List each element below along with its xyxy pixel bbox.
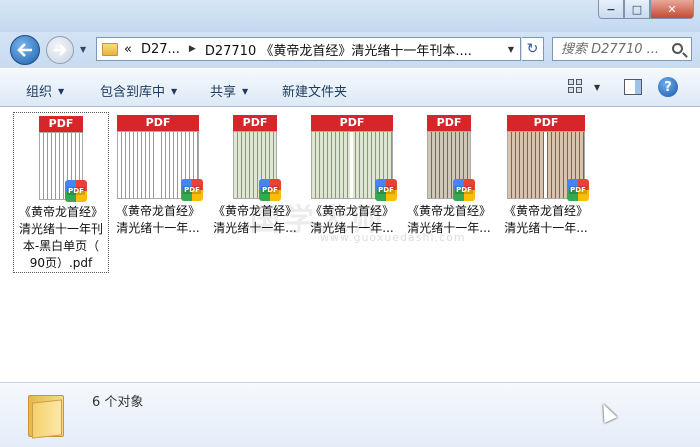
pdf-icon: PDF [375, 179, 397, 201]
refresh-icon: ↻ [526, 41, 539, 57]
maximize-button[interactable]: □ [624, 0, 650, 19]
file-name: 《黄帝龙首经》 清光绪十一年... [207, 203, 303, 237]
preview-pane-icon[interactable] [624, 79, 642, 95]
pdf-label: PDF [39, 116, 83, 132]
close-button[interactable]: ✕ [650, 0, 694, 19]
window-controls: − □ ✕ [598, 0, 694, 19]
forward-arrow-icon [54, 44, 67, 56]
file-name-line: 《黄帝龙首经》 [503, 204, 588, 218]
view-icon[interactable] [568, 79, 584, 95]
file-name: 《黄帝龙首经》 清光绪十一年... [110, 203, 206, 237]
pdf-thumbnail: PDF PDF [311, 115, 397, 201]
details-pane: 6 个对象 [0, 382, 700, 447]
pdf-badge-text: PDF [377, 186, 395, 194]
pdf-thumbnail: PDF PDF [427, 115, 475, 201]
back-button[interactable] [10, 35, 40, 65]
chevron-down-icon: ▼ [171, 87, 178, 96]
mouse-cursor-icon [596, 400, 618, 424]
help-icon[interactable]: ? [658, 77, 678, 97]
pdf-label: PDF [507, 115, 585, 131]
file-item[interactable]: PDF PDF 《黄帝龙首经》 清光绪十一年... [110, 112, 206, 237]
organize-menu[interactable]: 组织 ▼ [26, 81, 64, 100]
pdf-icon: PDF [65, 180, 87, 202]
file-item[interactable]: PDF PDF 《黄帝龙首经》 清光绪十一年... [207, 112, 303, 237]
file-name: 《黄帝龙首经》 清光绪十一年... [304, 203, 400, 237]
close-icon: ✕ [667, 2, 677, 16]
search-box[interactable] [552, 37, 692, 61]
file-item[interactable]: PDF PDF 《黄帝龙首经》 清光绪十一年刊 本-黑白单页（ 90页）.pdf [13, 112, 109, 273]
file-name-line: 清光绪十一年刊 [18, 222, 103, 236]
forward-button[interactable] [46, 36, 74, 64]
pdf-icon: PDF [453, 179, 475, 201]
pdf-badge-text: PDF [569, 186, 587, 194]
file-name-line: 本-黑白单页（ [22, 239, 100, 253]
file-name-line: 《黄帝龙首经》 [212, 204, 297, 218]
pdf-badge-text: PDF [67, 187, 85, 195]
pdf-thumbnail: PDF PDF [39, 116, 87, 202]
file-item[interactable]: PDF PDF 《黄帝龙首经》 清光绪十一年... [401, 112, 497, 237]
file-name-line: 清光绪十一年... [213, 221, 297, 235]
maximize-icon: □ [631, 2, 643, 16]
new-folder-label: 新建文件夹 [282, 85, 348, 100]
help-label: ? [664, 79, 672, 95]
pdf-badge-text: PDF [455, 186, 473, 194]
share-label: 共享 [210, 85, 237, 100]
address-bar[interactable]: « D27... ▶ D27710 《黄帝龙首经》清光绪十一年刊本.... ▼ [96, 37, 521, 61]
pdf-badge-text: PDF [183, 186, 201, 194]
title-bar: − □ ✕ [0, 0, 700, 32]
file-name-line: 清光绪十一年... [407, 221, 491, 235]
minimize-button[interactable]: − [598, 0, 624, 19]
pdf-icon: PDF [259, 179, 281, 201]
item-count: 6 个对象 [92, 395, 144, 410]
view-dropdown-icon[interactable]: ▼ [594, 83, 600, 92]
new-folder-button[interactable]: 新建文件夹 [282, 81, 347, 100]
file-name-line: 《黄帝龙首经》 [115, 204, 200, 218]
file-name-line: 90页）.pdf [29, 256, 93, 270]
pdf-icon: PDF [181, 179, 203, 201]
file-name: 《黄帝龙首经》 清光绪十一年... [401, 203, 497, 237]
folder-icon [102, 42, 118, 56]
search-icon[interactable] [672, 43, 683, 54]
pdf-label: PDF [427, 115, 471, 131]
pdf-thumbnail: PDF PDF [233, 115, 281, 201]
pdf-badge-text: PDF [261, 186, 279, 194]
pdf-icon: PDF [567, 179, 589, 201]
folder-icon [28, 391, 64, 439]
pdf-thumbnail: PDF PDF [117, 115, 203, 201]
file-name-line: 《黄帝龙首经》 [18, 205, 103, 219]
pdf-label: PDF [233, 115, 277, 131]
breadcrumb-separator-icon[interactable]: ▶ [189, 44, 196, 54]
include-in-library-menu[interactable]: 包含到库中 ▼ [100, 81, 177, 100]
share-menu[interactable]: 共享 ▼ [210, 81, 248, 100]
search-input[interactable] [561, 41, 673, 57]
file-name-line: 清光绪十一年... [504, 221, 588, 235]
back-arrow-icon [17, 43, 32, 57]
navigation-bar: ▼ « D27... ▶ D27710 《黄帝龙首经》清光绪十一年刊本.... … [0, 32, 700, 68]
include-in-library-label: 包含到库中 [100, 85, 166, 100]
file-item[interactable]: PDF PDF 《黄帝龙首经》 清光绪十一年... [304, 112, 400, 237]
file-name-line: 《黄帝龙首经》 [406, 204, 491, 218]
breadcrumb-current[interactable]: D27710 《黄帝龙首经》清光绪十一年刊本.... [205, 40, 472, 59]
chevron-down-icon: ▼ [58, 87, 65, 96]
refresh-button[interactable]: ↻ [522, 37, 544, 61]
organize-label: 组织 [26, 85, 53, 100]
file-item[interactable]: PDF PDF 《黄帝龙首经》 清光绪十一年... [498, 112, 594, 237]
pdf-label: PDF [311, 115, 393, 131]
minimize-icon: − [606, 2, 616, 16]
file-name-line: 《黄帝龙首经》 [309, 204, 394, 218]
file-name-line: 清光绪十一年... [310, 221, 394, 235]
command-bar: 组织 ▼ 包含到库中 ▼ 共享 ▼ 新建文件夹 ▼ ? [0, 68, 700, 107]
file-name: 《黄帝龙首经》 清光绪十一年... [498, 203, 594, 237]
file-name: 《黄帝龙首经》 清光绪十一年刊 本-黑白单页（ 90页）.pdf [14, 204, 108, 272]
pdf-thumbnail: PDF PDF [507, 115, 589, 201]
breadcrumb-parent[interactable]: D27... [141, 42, 180, 57]
pdf-label: PDF [117, 115, 199, 131]
chevron-down-icon: ▼ [242, 87, 249, 96]
file-name-line: 清光绪十一年... [116, 221, 200, 235]
breadcrumb-overflow[interactable]: « [124, 42, 132, 57]
recent-pages-dropdown[interactable]: ▼ [80, 45, 86, 54]
address-dropdown-icon[interactable]: ▼ [508, 45, 514, 54]
file-list[interactable]: 国学大师 www.guoxuedashi.com PDF PDF 《黄帝龙首经》… [0, 107, 700, 382]
